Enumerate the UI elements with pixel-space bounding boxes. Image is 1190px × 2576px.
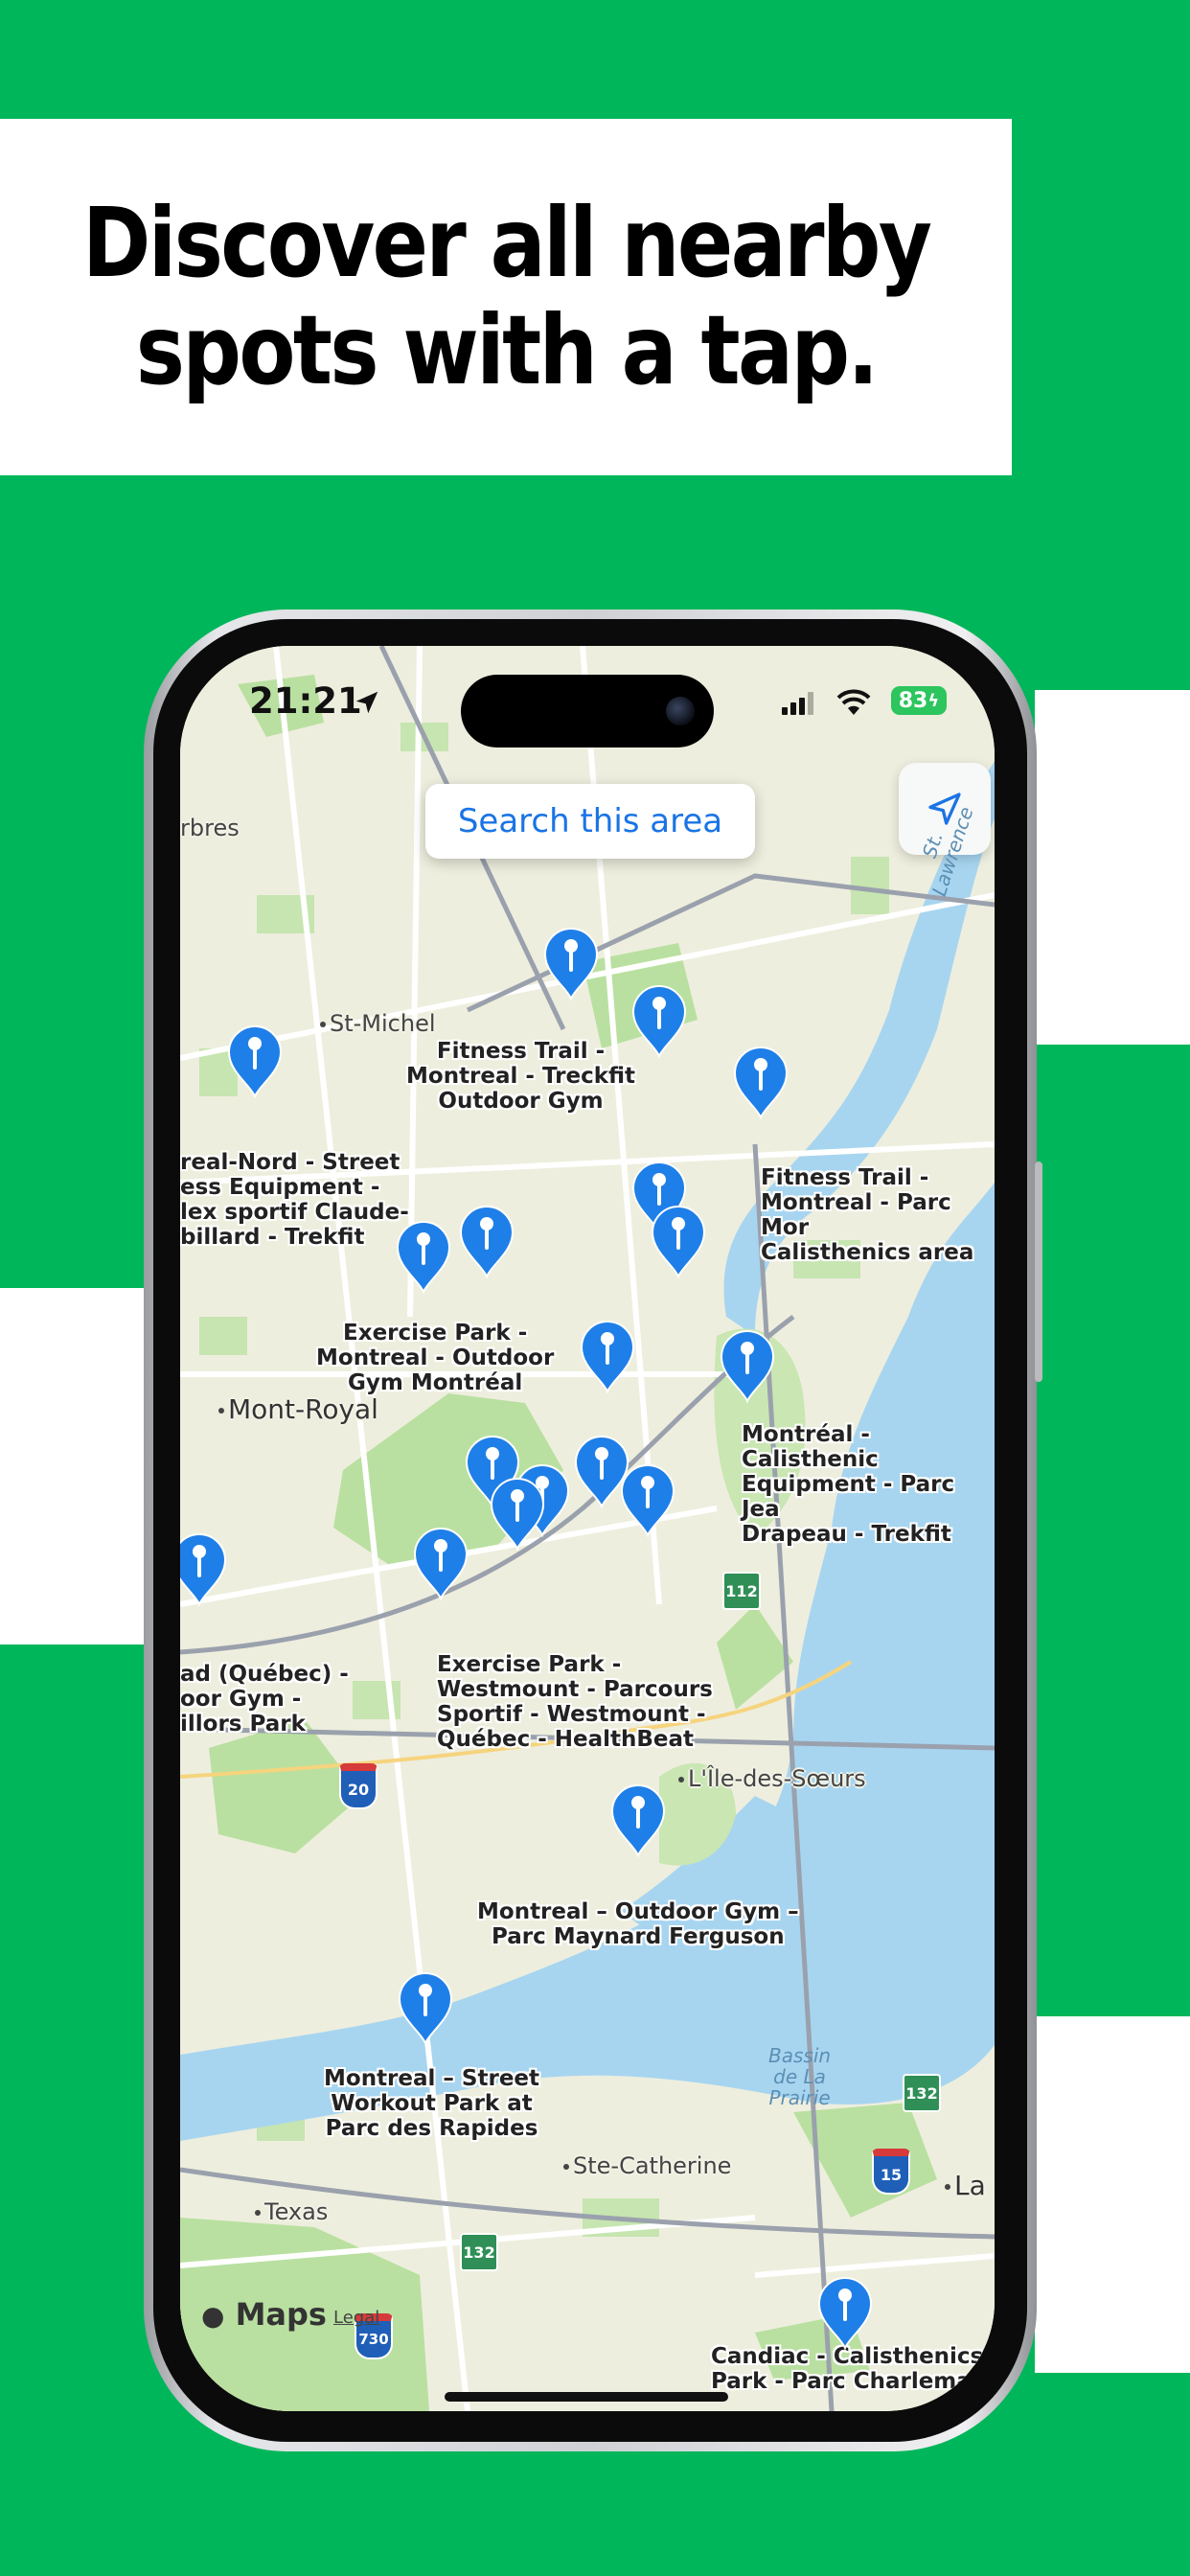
place-label: rbres <box>180 815 240 841</box>
status-time: 21:21 <box>249 680 362 722</box>
place-label: L'Île-des-Sœurs <box>678 1765 866 1792</box>
spot-label[interactable]: Fitness Trail - Montreal - Parc Mor Cali… <box>761 1165 995 1265</box>
place-dot-icon <box>255 2210 261 2216</box>
place-label: La <box>945 2170 986 2201</box>
bg-band-bottom-right <box>1035 2016 1190 2373</box>
promo-headline: Discover all nearby spots with a tap. <box>81 187 932 406</box>
map-pin-icon[interactable] <box>629 983 689 1059</box>
spot-label[interactable]: real-Nord - Street ess Equipment - lex s… <box>180 1150 409 1250</box>
wifi-icon <box>836 689 871 715</box>
map-pin-icon[interactable] <box>608 1782 668 1858</box>
spot-label[interactable]: Candiac - Calisthenics Park - Parc Charl… <box>711 2344 987 2394</box>
dynamic-island <box>461 675 714 748</box>
phone-side-button <box>1035 1162 1042 1382</box>
place-label: Ste-Catherine <box>563 2152 731 2179</box>
map-pin-icon[interactable] <box>731 1045 790 1120</box>
bg-band-left <box>0 1288 153 1644</box>
spot-label[interactable]: ad (Québec) - oor Gym - illors Park <box>180 1662 349 1736</box>
map-pin-icon[interactable] <box>618 1462 677 1538</box>
place-name: L'Île-des-Sœurs <box>688 1765 866 1792</box>
map-pin-icon[interactable] <box>180 1531 229 1607</box>
map-pin-icon[interactable] <box>394 1219 453 1295</box>
water-label-bassin: Bassin de La Prairie <box>768 2044 832 2109</box>
place-dot-icon <box>563 2164 569 2170</box>
home-indicator[interactable] <box>445 2392 728 2402</box>
phone-screen: 21:21 83 ϟ Search this area rbres St-Mich… <box>180 646 995 2411</box>
map-pin-icon[interactable] <box>396 1970 455 2046</box>
spot-label[interactable]: Exercise Park - Montreal - Outdoor Gym M… <box>316 1321 554 1395</box>
spot-label[interactable]: Fitness Trail - Montreal - Treckfit Outd… <box>406 1039 635 1114</box>
legal-link[interactable]: Legal <box>333 2308 379 2328</box>
spot-label[interactable]: Montreal – Outdoor Gym – Parc Maynard Fe… <box>477 1899 799 1949</box>
front-camera <box>666 697 695 725</box>
place-label: St-Michel <box>320 1010 436 1037</box>
battery-indicator: 83 ϟ <box>891 686 947 715</box>
highway-shield: 132 <box>903 2074 941 2112</box>
map-pin-icon[interactable] <box>718 1328 777 1404</box>
battery-level: 83 <box>898 688 928 713</box>
spot-label[interactable]: Exercise Park - Westmount - Parcours Spo… <box>437 1652 713 1752</box>
place-name: St-Michel <box>330 1010 436 1037</box>
maps-attribution-text: Maps <box>235 2296 327 2333</box>
place-label: Mont-Royal <box>218 1393 378 1425</box>
shield-number: 20 <box>347 1780 370 1799</box>
charging-bolt-icon: ϟ <box>927 690 940 711</box>
highway-shield: 15 <box>872 2149 910 2195</box>
search-this-area-button[interactable]: Search this area <box>425 784 755 859</box>
highway-shield: 132 <box>460 2233 498 2271</box>
bg-band-top-right <box>1035 690 1190 1045</box>
signal-icon <box>782 692 813 715</box>
map-pin-icon[interactable] <box>649 1204 708 1279</box>
map-pin-icon[interactable] <box>815 2275 875 2351</box>
apple-maps-attribution: ● Maps <box>201 2296 327 2333</box>
place-name: Mont-Royal <box>228 1393 378 1425</box>
apple-logo-icon: ● <box>201 2300 225 2332</box>
spot-label[interactable]: Montréal - Calisthenic Equipment - Parc … <box>742 1422 995 1547</box>
map-pin-icon[interactable] <box>411 1526 470 1601</box>
place-dot-icon <box>218 1408 224 1414</box>
place-dot-icon <box>678 1777 684 1782</box>
map-pin-icon[interactable] <box>488 1476 547 1552</box>
shield-number: 15 <box>880 2165 903 2184</box>
map-pin-icon[interactable] <box>578 1319 637 1394</box>
map-pin-icon[interactable] <box>457 1204 516 1279</box>
place-dot-icon <box>945 2184 950 2190</box>
location-arrow-icon <box>355 691 378 714</box>
highway-shield: 20 <box>339 1763 378 1809</box>
shield-number: 132 <box>905 2083 938 2103</box>
place-name: Ste-Catherine <box>573 2152 732 2179</box>
map-pin-icon[interactable] <box>541 926 601 1001</box>
place-label: Texas <box>255 2198 328 2225</box>
place-name: Texas <box>264 2198 329 2225</box>
place-name: La <box>954 2170 986 2201</box>
shield-number: 112 <box>725 1581 758 1600</box>
map-pin-icon[interactable] <box>225 1024 285 1099</box>
highway-shield: 112 <box>722 1572 761 1610</box>
place-dot-icon <box>320 1022 326 1027</box>
shield-number: 132 <box>463 2242 495 2262</box>
headline-banner: Discover all nearby spots with a tap. <box>0 119 1012 475</box>
shield-number: 730 <box>358 2331 389 2348</box>
spot-label[interactable]: Montreal – Street Workout Park at Parc d… <box>324 2066 539 2141</box>
